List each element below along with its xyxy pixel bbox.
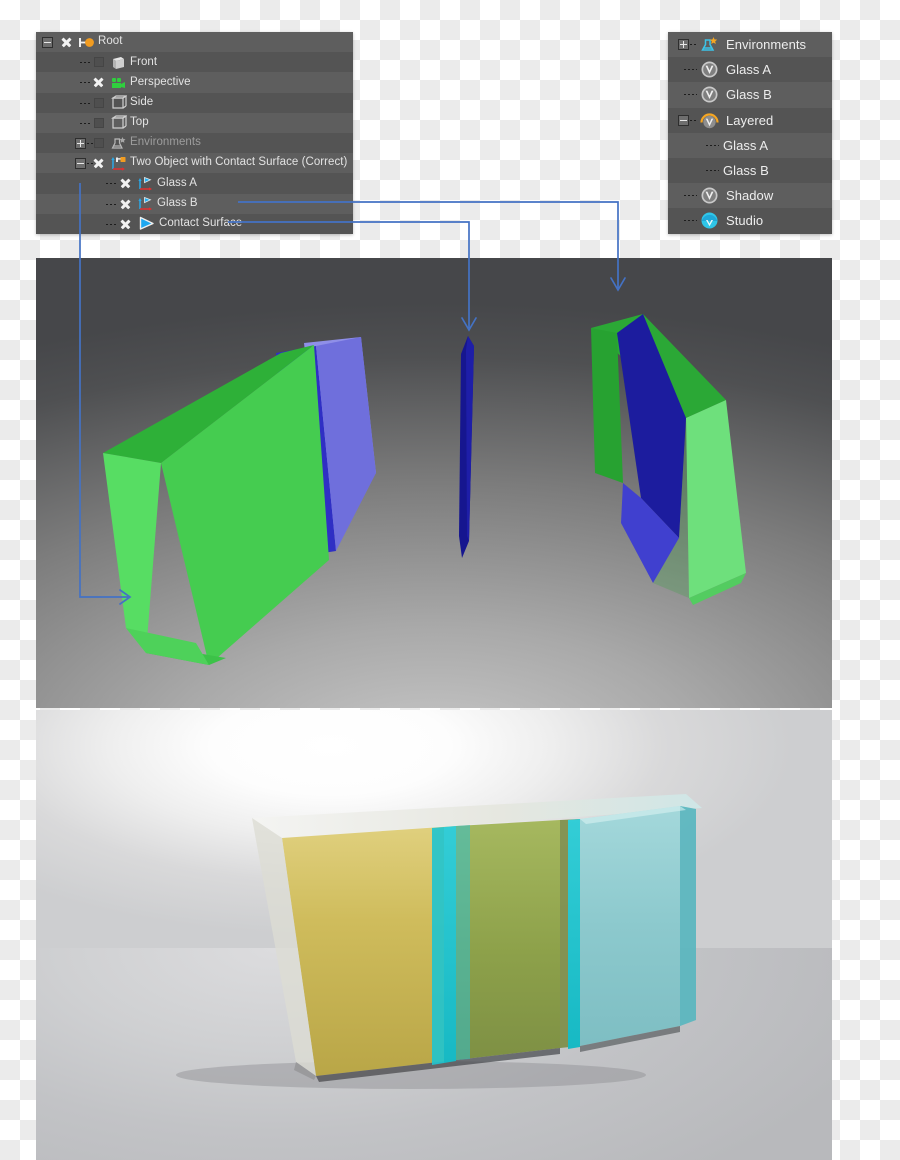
camera-side-icon [110, 94, 127, 111]
expander-two-object[interactable] [75, 157, 86, 169]
shaded-preview-viewport[interactable] [36, 258, 832, 708]
material-v-icon [700, 85, 719, 104]
visibility-checkbox[interactable] [94, 97, 104, 108]
glass-b-slab [581, 308, 781, 618]
visibility-toggle[interactable] [119, 217, 132, 230]
tree-row-label: Root [98, 35, 123, 48]
tree-guide-h [80, 62, 92, 64]
visibility-toggle[interactable] [92, 157, 105, 170]
tree-guide-h [80, 122, 92, 124]
visibility-checkbox[interactable] [94, 138, 104, 149]
env-row-label: Glass A [723, 137, 769, 153]
environments-icon [700, 35, 719, 54]
scene-tree-panel[interactable]: Root Front Perspective Side Top Environm… [36, 32, 353, 234]
tree-row-environments[interactable]: Environments [36, 132, 353, 154]
tree-row-glass-a[interactable]: Glass A [36, 173, 353, 194]
visibility-toggle[interactable] [119, 177, 132, 190]
visibility-checkbox[interactable] [94, 117, 104, 128]
axis-flag-icon [137, 195, 154, 212]
tree-row-top[interactable]: Top [36, 112, 353, 133]
env-guide-h [684, 220, 697, 222]
axis-flag-icon [137, 175, 154, 192]
tree-row-label: Front [130, 55, 158, 68]
tree-guide-h [80, 82, 92, 84]
root-pivot-icon [78, 34, 95, 51]
env-row-studio[interactable]: Studio [668, 208, 832, 234]
env-guide-h [684, 94, 697, 96]
env-row-label: Studio [726, 213, 764, 229]
layered-v-icon [700, 111, 719, 130]
visibility-toggle[interactable] [119, 197, 132, 210]
tree-row-label: Two Object with Contact Surface (Correct… [130, 156, 348, 169]
env-row-label: Glass B [726, 87, 772, 103]
tree-row-perspective[interactable]: Perspective [36, 72, 353, 93]
expander-environments[interactable] [75, 137, 86, 149]
tree-row-label: Environments [130, 136, 201, 149]
group-pivot-icon [110, 155, 127, 172]
surface-play-icon [137, 214, 156, 233]
env-guide-h [690, 44, 697, 45]
tree-guide-h [87, 142, 93, 144]
tree-guide-h [80, 102, 92, 104]
tree-row-two-object-group[interactable]: Two Object with Contact Surface (Correct… [36, 153, 353, 174]
env-row-label: Shadow [726, 188, 774, 204]
env-row-layered-glass-a[interactable]: Glass A [668, 132, 832, 158]
tree-row-root[interactable]: Root [36, 32, 353, 53]
environments-tree-panel[interactable]: Environments Glass A Glass B Layered Gla… [668, 32, 832, 234]
visibility-checkbox[interactable] [94, 57, 104, 68]
env-guide-h [706, 169, 719, 171]
env-row-label: Glass B [723, 163, 769, 179]
tree-guide-h [106, 223, 118, 225]
env-row-label: Layered [726, 112, 774, 128]
glass-assembly [156, 780, 716, 1110]
camera-front-icon [110, 54, 127, 71]
env-row-label: Environments [726, 37, 807, 53]
env-row-environments[interactable]: Environments [668, 32, 832, 58]
tree-row-label: Perspective [130, 75, 191, 88]
tree-row-front[interactable]: Front [36, 52, 353, 73]
contact-surface-sliver [448, 336, 488, 576]
visibility-toggle[interactable] [60, 36, 73, 49]
env-row-layered[interactable]: Layered [668, 107, 832, 133]
material-v-icon [700, 186, 719, 205]
tree-row-side[interactable]: Side [36, 92, 353, 113]
env-guide-h [706, 144, 719, 146]
camera-top-icon [110, 114, 127, 131]
visibility-toggle[interactable] [92, 76, 105, 89]
tree-row-label: Side [130, 95, 154, 108]
camera-perspective-icon [110, 74, 127, 91]
tree-row-glass-b[interactable]: Glass B [36, 193, 353, 214]
expander-root[interactable] [42, 36, 53, 48]
screenshot-root: Root Front Perspective Side Top Environm… [0, 0, 900, 1160]
glass-a-slab [86, 313, 386, 708]
tree-row-contact-surface[interactable]: Contact Surface [36, 213, 353, 234]
tree-guide-h [106, 183, 118, 185]
studio-v-icon [700, 211, 719, 230]
rendered-glass-viewport[interactable] [36, 710, 832, 1160]
env-guide-h [684, 69, 697, 71]
expander-env[interactable] [678, 39, 689, 51]
env-row-glass-b[interactable]: Glass B [668, 82, 832, 108]
tree-row-label: Glass A [157, 176, 197, 189]
env-guide-h [690, 119, 697, 121]
env-row-layered-glass-b[interactable]: Glass B [668, 157, 832, 184]
env-guide-h [684, 195, 697, 197]
tree-guide-h [106, 203, 118, 205]
env-row-glass-a[interactable]: Glass A [668, 57, 832, 83]
tree-row-label: Top [130, 116, 149, 129]
tree-row-label: Glass B [157, 196, 198, 209]
env-row-label: Glass A [726, 62, 772, 78]
material-v-icon [700, 60, 719, 79]
expander-layered[interactable] [678, 114, 689, 126]
environments-icon [110, 135, 127, 152]
tree-row-label: Contact Surface [159, 217, 243, 230]
env-row-shadow[interactable]: Shadow [668, 183, 832, 209]
